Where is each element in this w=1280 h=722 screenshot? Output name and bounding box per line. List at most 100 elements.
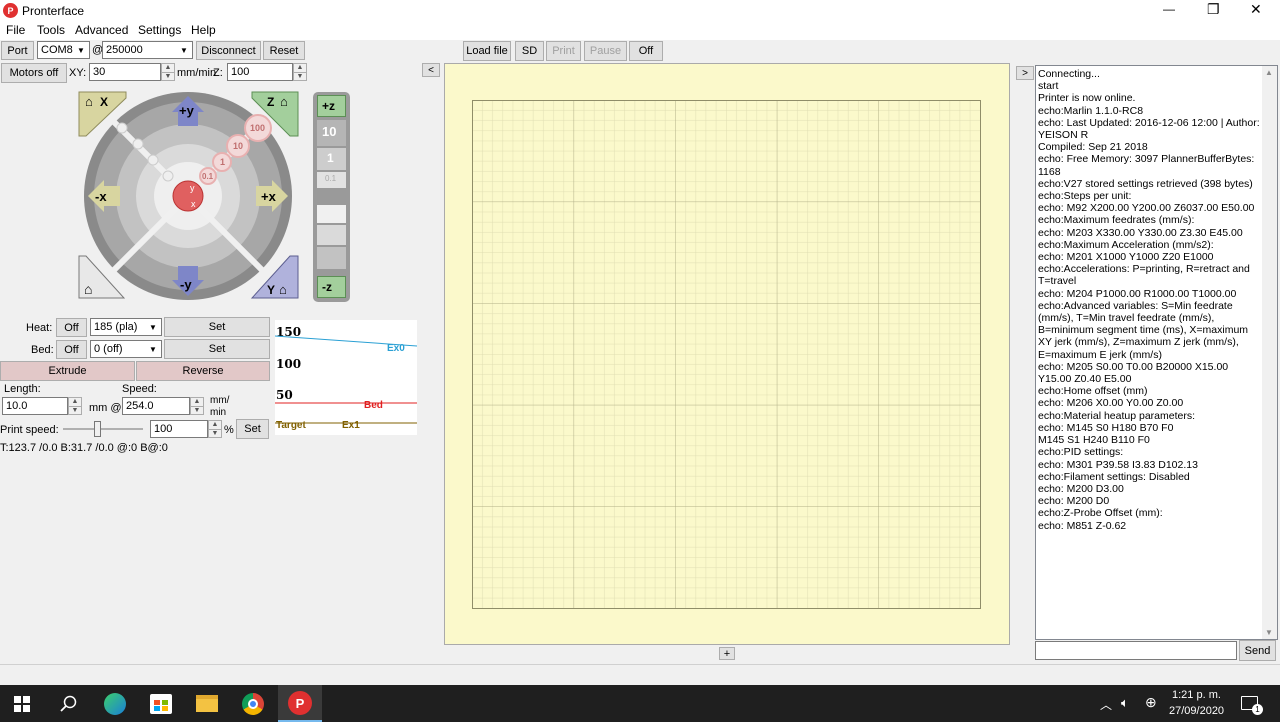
bed-label: Bed: <box>31 344 54 356</box>
motors-off-button[interactable]: Motors off <box>1 63 67 83</box>
speed-input[interactable]: 254.0 <box>122 397 190 415</box>
extrude-button[interactable]: Extrude <box>0 361 135 381</box>
slider-thumb[interactable] <box>94 421 101 437</box>
z-step-1-label: 1 <box>327 151 334 165</box>
print-speed-input[interactable]: 100 <box>150 420 208 438</box>
console-input[interactable] <box>1035 641 1237 660</box>
status-bar <box>0 664 1280 685</box>
console-line: Connecting... <box>1038 68 1100 80</box>
console-lines: Connecting... start Printer is now online.… <box>1038 68 1260 532</box>
z-step-1-down[interactable] <box>317 225 346 245</box>
network-icon[interactable]: ⊕ <box>1145 694 1157 711</box>
chevron-down-icon: ▼ <box>149 322 157 332</box>
heat-select[interactable]: 185 (pla) ▼ <box>90 318 162 336</box>
file-explorer-icon[interactable] <box>196 695 218 712</box>
bed-legend: Bed <box>364 400 383 411</box>
scroll-down-icon[interactable]: ▼ <box>1265 628 1273 637</box>
reverse-button[interactable]: Reverse <box>136 361 270 381</box>
length-value: 10.0 <box>6 400 28 412</box>
pronterface-icon: P <box>288 691 312 715</box>
bed-set-button[interactable]: Set <box>164 339 270 359</box>
zoom-plus-button[interactable]: + <box>719 647 735 660</box>
ex0-legend: Ex0 <box>387 343 405 354</box>
edge-icon[interactable] <box>104 693 126 715</box>
menu-tools[interactable]: Tools <box>37 23 65 37</box>
chrome-icon[interactable] <box>242 693 264 715</box>
console-scrollbar[interactable]: ▲ ▼ <box>1262 66 1277 639</box>
print-button[interactable]: Print <box>546 41 581 61</box>
close-button[interactable]: ✕ <box>1250 1 1262 18</box>
console-line: echo:Maximum feedrates (mm/s): <box>1038 214 1195 227</box>
menu-bar: File Tools Advanced Settings Help <box>0 21 1280 40</box>
disconnect-button[interactable]: Disconnect <box>196 41 261 60</box>
bed-select[interactable]: 0 (off) ▼ <box>90 340 162 358</box>
console-line: echo:Z-Probe Offset (mm): <box>1038 507 1163 520</box>
console-log[interactable]: Connecting... start Printer is now online.… <box>1035 65 1278 640</box>
baud-select[interactable]: 250000 ▼ <box>102 41 193 59</box>
xy-feedrate-spinner[interactable]: ▲ ▼ <box>161 63 175 81</box>
center-button[interactable] <box>172 180 204 212</box>
baud-value: 250000 <box>106 44 143 56</box>
port-button[interactable]: Port <box>1 41 34 60</box>
clock-date[interactable]: 27/09/2020 <box>1169 705 1224 717</box>
length-label: Length: <box>4 383 41 395</box>
print-speed-slider[interactable] <box>63 421 143 437</box>
search-icon[interactable] <box>60 695 78 713</box>
port-select[interactable]: COM8 ▼ <box>37 41 90 59</box>
slider-track <box>63 428 143 430</box>
heat-label: Heat: <box>26 322 53 334</box>
step-01-label: 0.1 <box>202 172 214 181</box>
xy-feedrate-value: 30 <box>93 66 106 78</box>
pronterface-taskbar-button[interactable]: P <box>278 685 322 722</box>
feedrate-unit-label: mm/min <box>177 67 217 79</box>
z-step-10-down[interactable] <box>317 247 346 269</box>
send-button[interactable]: Send <box>1239 640 1276 661</box>
port-value: COM8 <box>41 44 73 56</box>
print-speed-spinner[interactable]: ▲ ▼ <box>208 420 222 438</box>
print-speed-value: 100 <box>154 423 173 435</box>
heat-off-button[interactable]: Off <box>56 318 87 337</box>
print-speed-set-button[interactable]: Set <box>236 419 269 439</box>
maximize-button[interactable]: ❐ <box>1207 1 1220 18</box>
console-line: echo: M201 X1000 Y1000 Z20 E1000 <box>1038 251 1214 264</box>
menu-file[interactable]: File <box>6 23 25 37</box>
console-line: echo: M145 S0 H180 B70 F0 <box>1038 421 1174 434</box>
tray-chevron-icon[interactable]: ︿ <box>1100 696 1112 713</box>
bed-off-button[interactable]: Off <box>56 340 87 359</box>
off-button[interactable]: Off <box>629 41 663 61</box>
console-line: echo: M92 X200.00 Y200.00 Z6037.00 E50.0… <box>1038 202 1255 215</box>
menu-help[interactable]: Help <box>191 23 216 37</box>
console-line: echo:Maximum Acceleration (mm/s2): <box>1038 238 1214 251</box>
z-step-01-down[interactable] <box>317 205 346 223</box>
z-feedrate-input[interactable]: 100 <box>227 63 293 81</box>
length-spinner[interactable]: ▲ ▼ <box>68 397 82 415</box>
sd-button[interactable]: SD <box>515 41 544 61</box>
menu-settings[interactable]: Settings <box>138 23 181 37</box>
spin-up-icon: ▲ <box>71 398 79 405</box>
z-plus-label: +z <box>322 99 336 113</box>
windows-start-icon[interactable] <box>14 696 30 712</box>
pause-button[interactable]: Pause <box>584 41 627 61</box>
load-file-button[interactable]: Load file <box>463 41 511 61</box>
volume-icon[interactable]: 🔈︎ <box>1121 695 1129 711</box>
collapse-left-button[interactable]: < <box>422 63 440 77</box>
print-bed-grid[interactable] <box>472 100 982 610</box>
scroll-up-icon[interactable]: ▲ <box>1265 68 1273 77</box>
home-z-icon: ⌂ <box>280 94 288 109</box>
heat-set-button[interactable]: Set <box>164 317 270 337</box>
speed-spinner[interactable]: ▲ ▼ <box>190 397 204 415</box>
ex1-legend: Ex1 <box>342 420 360 431</box>
menu-advanced[interactable]: Advanced <box>75 23 128 37</box>
home-all-icon: ⌂ <box>84 281 93 297</box>
xy-feedrate-input[interactable]: 30 <box>89 63 161 81</box>
collapse-right-button[interactable]: > <box>1016 66 1034 80</box>
graph-lines <box>275 335 417 424</box>
reset-button[interactable]: Reset <box>263 41 305 60</box>
clock-time[interactable]: 1:21 p. m. <box>1172 689 1221 701</box>
mm-at-label: mm @ <box>89 402 122 414</box>
length-input[interactable]: 10.0 <box>2 397 68 415</box>
console-line: echo: M204 P1000.00 R1000.00 T1000.00 <box>1038 287 1237 300</box>
minimize-button[interactable]: — <box>1163 2 1175 16</box>
z-feedrate-spinner[interactable]: ▲ ▼ <box>293 63 307 81</box>
store-icon[interactable] <box>150 694 172 714</box>
